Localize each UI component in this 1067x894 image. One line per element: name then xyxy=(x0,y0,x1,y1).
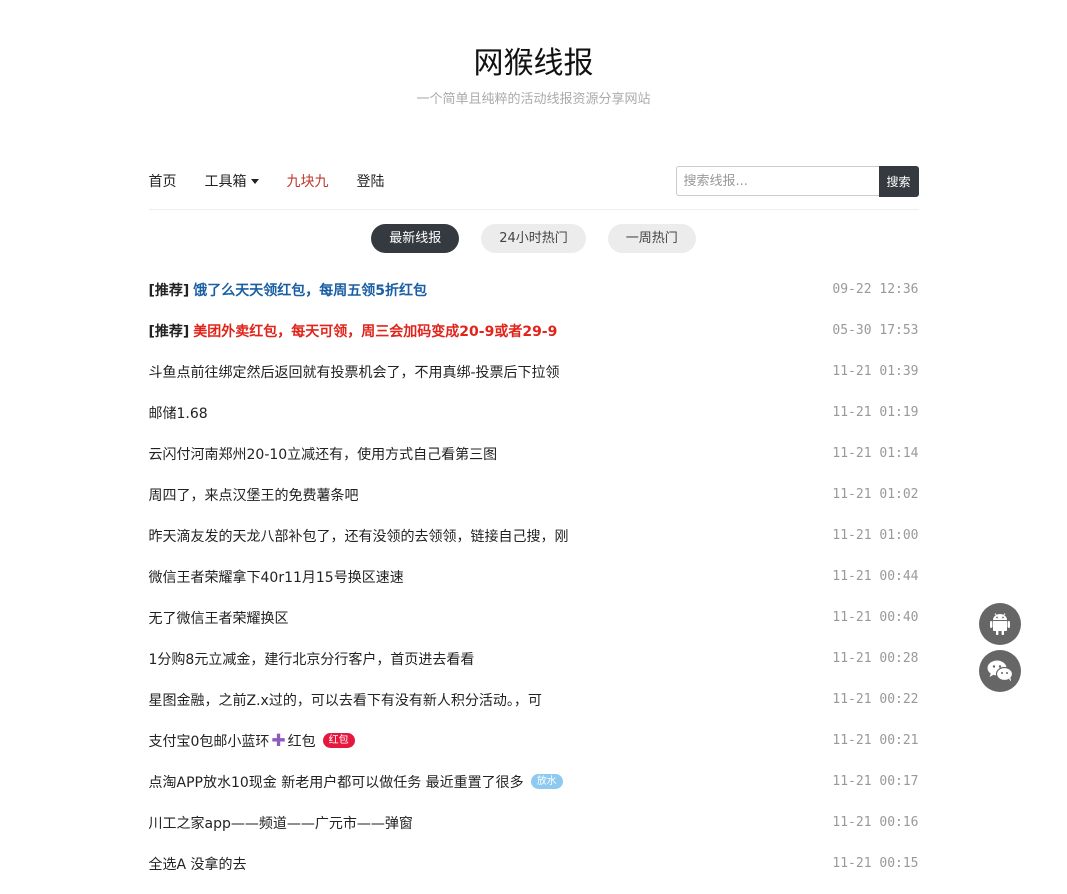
post-time: 11-21 00:15 xyxy=(832,856,919,871)
hongbao-badge: 红包 xyxy=(322,733,355,748)
post-title-link[interactable]: [推荐] 饿了么天天领红包，每周五领5折红包 xyxy=(149,280,428,300)
post-time: 11-21 00:21 xyxy=(832,733,919,748)
nav-toolbox[interactable]: 工具箱 xyxy=(205,171,259,191)
post-time: 11-21 00:28 xyxy=(832,651,919,666)
list-item: 云闪付河南郑州20-10立减还有，使用方式自己看第三图 11-21 01:14 xyxy=(149,433,919,474)
list-item: 点淘APP放水10现金 新老用户都可以做任务 最近重置了很多 放水 11-21 … xyxy=(149,761,919,802)
post-title-link[interactable]: 邮储1.68 xyxy=(149,403,208,423)
post-title-link[interactable]: 周四了，来点汉堡王的免费薯条吧 xyxy=(149,485,359,505)
site-subtitle: 一个简单且纯粹的活动线报资源分享网站 xyxy=(416,92,651,107)
list-item: 全选A 没拿的去 11-21 00:15 xyxy=(149,843,919,884)
post-time: 11-21 00:22 xyxy=(832,692,919,707)
post-title-text: 红包 xyxy=(287,733,316,750)
nav-login[interactable]: 登陆 xyxy=(357,171,385,191)
post-title-link[interactable]: 川工之家app——频道——广元市——弹窗 xyxy=(149,813,413,833)
list-item: 微信王者荣耀拿下40r11月15号换区速速 11-21 00:44 xyxy=(149,556,919,597)
post-time: 11-21 01:02 xyxy=(832,487,919,502)
post-title-link[interactable]: 无了微信王者荣耀换区 xyxy=(149,608,289,628)
page-container: 网猴线报 一个简单且纯粹的活动线报资源分享网站 首页 工具箱 九块九 登陆 搜索… xyxy=(148,0,919,884)
search-box: 搜索 xyxy=(675,165,919,197)
post-time: 11-21 00:40 xyxy=(832,610,919,625)
list-item: 邮储1.68 11-21 01:19 xyxy=(149,392,919,433)
post-title-link[interactable]: [推荐] 美团外卖红包，每天可领，周三会加码变成20-9或者29-9 xyxy=(149,321,558,341)
plus-icon: ✚ xyxy=(271,730,286,751)
post-time: 11-21 01:00 xyxy=(832,528,919,543)
site-header: 网猴线报 一个简单且纯粹的活动线报资源分享网站 xyxy=(149,0,919,107)
post-title-link[interactable]: 全选A 没拿的去 xyxy=(149,854,247,874)
nav-nine-yuan[interactable]: 九块九 xyxy=(287,171,329,191)
post-title-link[interactable]: 斗鱼点前往绑定然后返回就有投票机会了，不用真绑-投票后下拉领 xyxy=(149,362,560,382)
post-title-text: 饿了么天天领红包，每周五领5折红包 xyxy=(193,282,428,299)
recommend-tag: [推荐] xyxy=(148,323,190,340)
post-title-link[interactable]: 1分购8元立减金，建行北京分行客户，首页进去看看 xyxy=(149,649,475,669)
list-item: 支付宝0包邮小蓝环 ✚ 红包 红包 11-21 00:21 xyxy=(149,720,919,761)
list-item: 斗鱼点前往绑定然后返回就有投票机会了，不用真绑-投票后下拉领 11-21 01:… xyxy=(149,351,919,392)
list-item: 无了微信王者荣耀换区 11-21 00:40 xyxy=(149,597,919,638)
search-input[interactable] xyxy=(675,166,879,196)
post-time: 11-21 00:17 xyxy=(832,774,919,789)
post-title-text: 支付宝0包邮小蓝环 xyxy=(148,733,270,750)
post-title-text: 点淘APP放水10现金 新老用户都可以做任务 最近重置了很多 xyxy=(148,774,524,791)
nav-links: 首页 工具箱 九块九 登陆 xyxy=(149,171,413,191)
post-time: 11-21 01:39 xyxy=(832,364,919,379)
post-title-text: 美团外卖红包，每天可领，周三会加码变成20-9或者29-9 xyxy=(193,323,558,340)
android-icon xyxy=(990,613,1010,635)
post-title-link[interactable]: 微信王者荣耀拿下40r11月15号换区速速 xyxy=(149,567,404,587)
search-button[interactable]: 搜索 xyxy=(878,165,919,197)
tab-24h-hot[interactable]: 24小时热门 xyxy=(481,224,586,253)
nav-home[interactable]: 首页 xyxy=(149,171,177,191)
post-title-link[interactable]: 云闪付河南郑州20-10立减还有，使用方式自己看第三图 xyxy=(149,444,498,464)
caret-down-icon xyxy=(250,178,259,184)
tab-latest[interactable]: 最新线报 xyxy=(371,224,460,253)
post-title-link[interactable]: 支付宝0包邮小蓝环 ✚ 红包 红包 xyxy=(149,731,355,751)
post-list: [推荐] 饿了么天天领红包，每周五领5折红包 09-22 12:36 [推荐] … xyxy=(149,269,919,884)
list-item: 川工之家app——频道——广元市——弹窗 11-21 00:16 xyxy=(149,802,919,843)
post-title-link[interactable]: 点淘APP放水10现金 新老用户都可以做任务 最近重置了很多 放水 xyxy=(149,772,563,792)
post-title-link[interactable]: 昨天滴友发的天龙八部补包了，还有没领的去领领，链接自己搜，刚 xyxy=(149,526,569,546)
post-time: 11-21 01:14 xyxy=(832,446,919,461)
wechat-button[interactable] xyxy=(979,650,1021,692)
nav-toolbox-label: 工具箱 xyxy=(204,174,247,190)
navbar: 首页 工具箱 九块九 登陆 搜索 xyxy=(148,157,919,210)
recommend-tag: [推荐] xyxy=(148,282,190,299)
post-time: 09-22 12:36 xyxy=(832,282,919,297)
post-time: 11-21 00:16 xyxy=(832,815,919,830)
post-time: 11-21 01:19 xyxy=(832,405,919,420)
post-time: 05-30 17:53 xyxy=(832,323,919,338)
list-item: 周四了，来点汉堡王的免费薯条吧 11-21 01:02 xyxy=(149,474,919,515)
android-app-button[interactable] xyxy=(979,603,1021,645)
list-item: [推荐] 美团外卖红包，每天可领，周三会加码变成20-9或者29-9 05-30… xyxy=(149,310,919,351)
fangshui-badge: 放水 xyxy=(530,774,563,789)
post-title-link[interactable]: 星图金融，之前Z.x过的，可以去看下有没有新人积分活动。，可 xyxy=(149,690,542,710)
list-item: 1分购8元立减金，建行北京分行客户，首页进去看看 11-21 00:28 xyxy=(149,638,919,679)
list-item: 昨天滴友发的天龙八部补包了，还有没领的去领领，链接自己搜，刚 11-21 01:… xyxy=(149,515,919,556)
list-item: 星图金融，之前Z.x过的，可以去看下有没有新人积分活动。，可 11-21 00:… xyxy=(149,679,919,720)
post-time: 11-21 00:44 xyxy=(832,569,919,584)
tab-bar: 最新线报 24小时热门 一周热门 xyxy=(149,224,919,253)
list-item: [推荐] 饿了么天天领红包，每周五领5折红包 09-22 12:36 xyxy=(149,269,919,310)
tab-week-hot[interactable]: 一周热门 xyxy=(607,224,696,253)
site-title[interactable]: 网猴线报 xyxy=(149,46,919,82)
wechat-icon xyxy=(987,660,1013,682)
